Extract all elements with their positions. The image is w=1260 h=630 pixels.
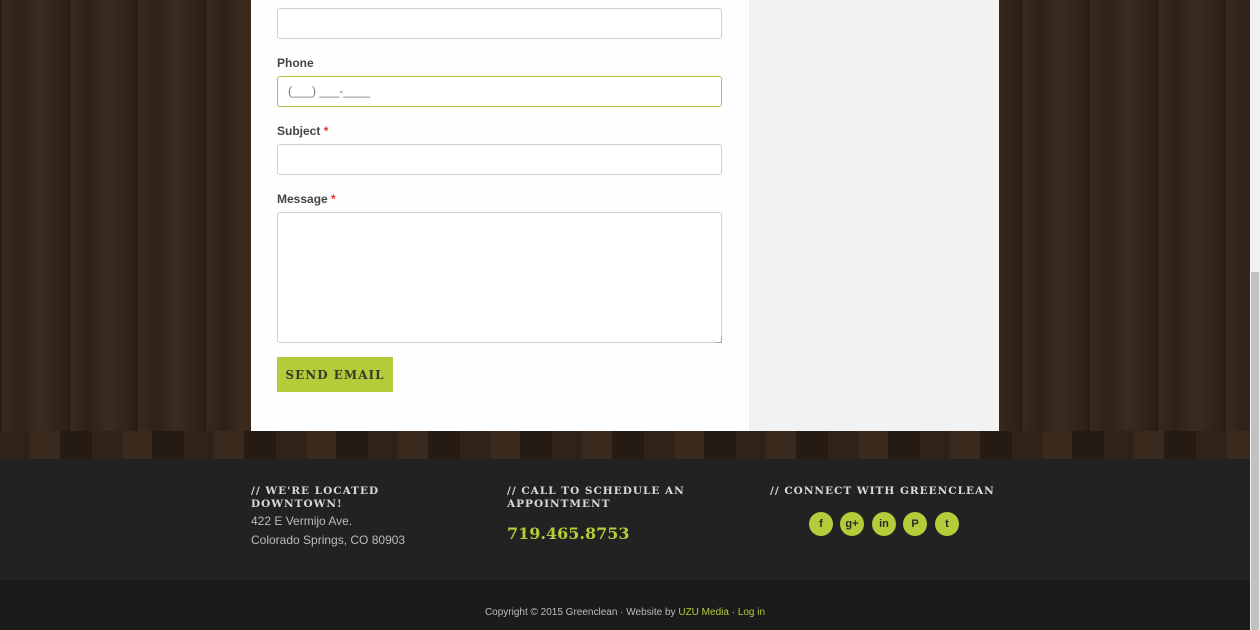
required-asterisk: * [323, 124, 329, 138]
login-link[interactable]: Log in [738, 607, 765, 618]
required-asterisk: * [331, 192, 336, 206]
footer [0, 459, 1250, 580]
subject-field[interactable] [277, 144, 722, 175]
copyright: Copyright © 2015 Greenclean · Website by… [484, 607, 766, 618]
send-email-button[interactable]: SEND EMAIL [277, 357, 393, 392]
address-line2: Colorado Springs, CO 80903 [251, 533, 406, 547]
email-field[interactable] [277, 8, 722, 39]
facebook-icon[interactable]: f [809, 512, 833, 536]
phone-label: Phone [277, 56, 314, 70]
call-heading: // CALL TO SCHEDULE AN APPOINTMENT [507, 485, 685, 510]
content-card: Phone Subject * Message * SEND EMAIL [251, 0, 999, 431]
connect-heading: // CONNECT WITH GREENCLEAN [770, 485, 995, 497]
page-scrollbar[interactable] [1250, 0, 1260, 630]
footer-phone[interactable]: 719.465.8753 [507, 524, 629, 543]
message-field[interactable] [277, 212, 722, 343]
twitter-icon[interactable]: t [935, 512, 959, 536]
address-line1: 422 E Vermijo Ave. [251, 514, 353, 528]
sidebar [749, 0, 999, 431]
google-plus-icon[interactable]: g+ [840, 512, 864, 536]
location-heading: // WE'RE LOCATED DOWNTOWN! [251, 485, 380, 510]
pinterest-icon[interactable]: P [903, 512, 927, 536]
contact-form: Phone Subject * Message * SEND EMAIL [251, 0, 749, 431]
scrollbar-thumb[interactable] [1251, 272, 1259, 630]
message-label: Message * [277, 192, 336, 206]
subject-label: Subject * [277, 124, 329, 138]
linkedin-icon[interactable]: in [872, 512, 896, 536]
resize-grip-icon[interactable] [715, 336, 722, 343]
phone-field[interactable] [277, 76, 722, 107]
agency-link[interactable]: UZU Media [678, 607, 729, 618]
footer-bottom-bar [0, 580, 1250, 630]
